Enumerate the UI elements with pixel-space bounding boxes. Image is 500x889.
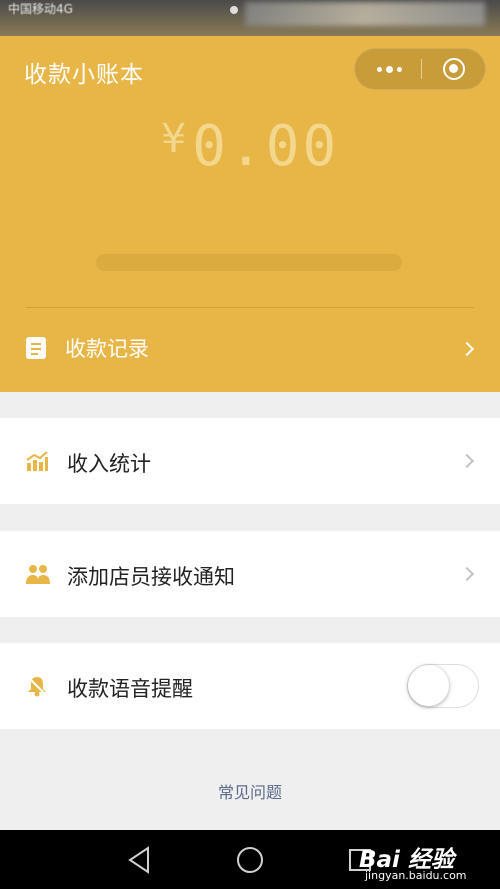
chevron-right-icon bbox=[459, 453, 475, 469]
carrier-label: 中国移动4G bbox=[8, 2, 73, 16]
amount-placeholder-bar bbox=[96, 254, 402, 271]
more-icon[interactable] bbox=[373, 49, 405, 89]
people-icon bbox=[26, 565, 50, 584]
target-icon[interactable] bbox=[443, 58, 465, 80]
status-icons-blurred bbox=[245, 2, 485, 26]
amount-value: 0.00 bbox=[192, 114, 340, 179]
add-staff-label: 添加店员接收通知 bbox=[67, 565, 235, 589]
payment-records-row[interactable]: 收款记录 bbox=[0, 316, 500, 380]
voice-reminder-row: 收款语音提醒 bbox=[0, 643, 500, 729]
income-stats-label: 收入统计 bbox=[67, 452, 151, 476]
app-title: 收款小账本 bbox=[24, 62, 144, 88]
status-bar: 中国移动4G bbox=[0, 0, 500, 36]
document-icon bbox=[26, 337, 46, 359]
bell-icon bbox=[26, 675, 48, 697]
faq-link[interactable]: 常见问题 bbox=[0, 779, 500, 803]
status-dot bbox=[230, 6, 238, 14]
add-staff-row[interactable]: 添加店员接收通知 bbox=[0, 531, 500, 617]
divider bbox=[26, 307, 474, 308]
currency-symbol: ¥ bbox=[160, 116, 187, 162]
chart-icon bbox=[26, 451, 48, 471]
voice-reminder-toggle[interactable] bbox=[407, 664, 479, 708]
chevron-right-icon bbox=[459, 341, 475, 357]
mini-program-capsule bbox=[354, 48, 486, 90]
baidu-watermark: Bai 经验 jingyan.baidu.com bbox=[355, 838, 495, 886]
back-icon[interactable] bbox=[110, 830, 170, 889]
header-panel: 收款小账本 ¥0.00 收款记录 bbox=[0, 36, 500, 392]
capsule-divider bbox=[421, 59, 422, 79]
toggle-knob bbox=[408, 665, 449, 706]
amount-display: ¥0.00 bbox=[0, 114, 500, 179]
income-stats-row[interactable]: 收入统计 bbox=[0, 418, 500, 504]
payment-records-label: 收款记录 bbox=[65, 337, 149, 361]
watermark-site: jingyan.baidu.com bbox=[365, 869, 467, 882]
chevron-right-icon bbox=[459, 566, 475, 582]
home-icon[interactable] bbox=[220, 830, 280, 889]
voice-reminder-label: 收款语音提醒 bbox=[67, 677, 193, 701]
